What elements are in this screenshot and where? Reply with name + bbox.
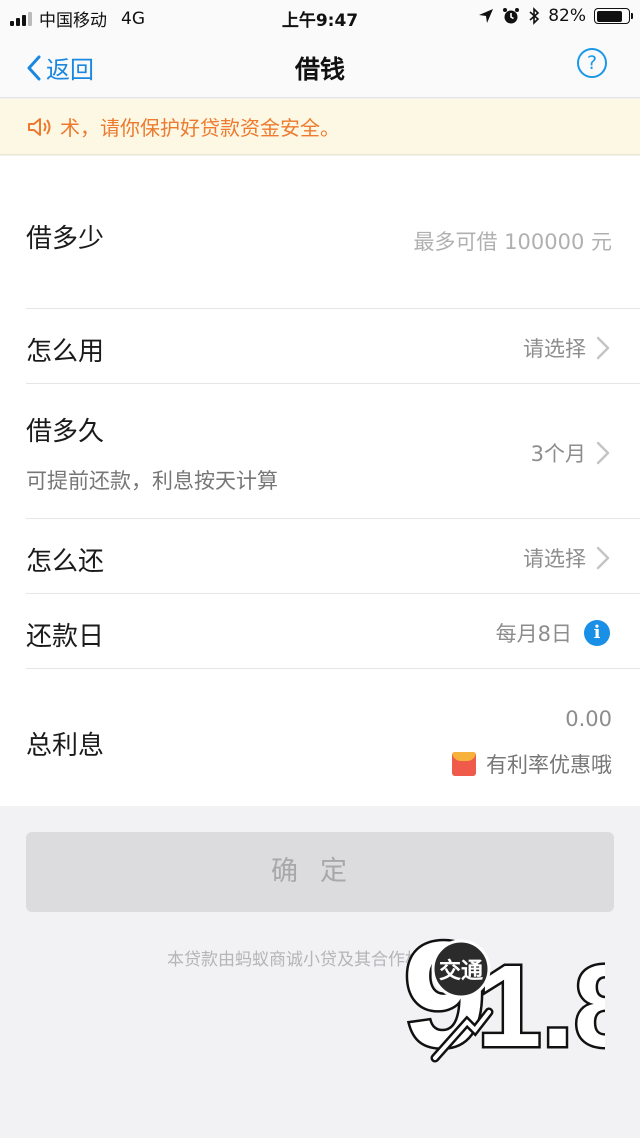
notice-text: 术，请你保护好贷款资金安全。 xyxy=(60,116,340,140)
interest-promo[interactable]: 有利率优惠哦 xyxy=(452,749,612,779)
navigation-bar: 返回 借钱 ? xyxy=(0,34,640,98)
interest-promo-text: 有利率优惠哦 xyxy=(486,753,612,777)
term-select-text: 3个月 xyxy=(530,442,586,466)
battery-percent: 82% xyxy=(548,6,586,26)
red-envelope-icon xyxy=(452,752,476,776)
repay-method-label: 怎么还 xyxy=(26,547,105,577)
chevron-right-icon xyxy=(596,441,610,465)
loan-form: 借多少 最多可借 100000 元 怎么用 请选择 借多久 可提前还款，利息按天… xyxy=(0,156,640,806)
watermark-digits: 1.8 xyxy=(477,941,605,1068)
purpose-value[interactable]: 请选择 xyxy=(523,333,610,363)
amount-input[interactable]: 最多可借 100000 元 xyxy=(413,226,612,256)
battery-icon xyxy=(594,8,633,24)
purpose-label: 怎么用 xyxy=(26,337,105,367)
status-right: 82% xyxy=(478,6,633,26)
page-title: 借钱 xyxy=(294,55,345,84)
purpose-row[interactable]: 怎么用 请选择 xyxy=(0,309,640,384)
status-bar: 中国移动 4G 上午9:47 82% xyxy=(0,0,640,34)
amount-row[interactable]: 借多少 最多可借 100000 元 xyxy=(0,156,640,309)
bluetooth-icon xyxy=(529,7,540,25)
interest-row: 总利息 0.00 有利率优惠哦 xyxy=(0,669,640,806)
speaker-icon xyxy=(28,117,51,136)
info-icon[interactable]: i xyxy=(584,620,610,646)
repay-day-value: 每月8日 i xyxy=(496,618,610,648)
repay-day-text: 每月8日 xyxy=(495,622,572,646)
watermark-logo: 9 1.8 交通 xyxy=(405,918,605,1068)
alarm-icon xyxy=(503,8,520,24)
interest-label: 总利息 xyxy=(26,731,105,761)
term-row[interactable]: 借多久 可提前还款，利息按天计算 3个月 xyxy=(0,384,640,519)
security-notice: 术，请你保护好贷款资金安全。 xyxy=(0,99,640,155)
repay-day-row: 还款日 每月8日 i xyxy=(0,594,640,669)
loan-page: 中国移动 4G 上午9:47 82% 返回 借钱 ? 术，请你保护好贷款资金安全… xyxy=(0,0,640,1138)
confirm-button[interactable]: 确定 xyxy=(26,832,614,912)
term-label: 借多久 xyxy=(26,417,105,447)
interest-value: 0.00 xyxy=(565,707,612,731)
watermark-text: 交通 xyxy=(439,958,483,984)
location-arrow-icon xyxy=(479,9,494,23)
term-sublabel: 可提前还款，利息按天计算 xyxy=(26,469,278,493)
term-value[interactable]: 3个月 xyxy=(531,438,610,468)
chevron-right-icon xyxy=(596,336,610,360)
help-icon[interactable]: ? xyxy=(577,48,607,78)
repay-method-value[interactable]: 请选择 xyxy=(523,543,610,573)
repay-method-select-text: 请选择 xyxy=(523,547,586,571)
chevron-right-icon xyxy=(596,546,610,570)
amount-label: 借多少 xyxy=(26,224,105,254)
purpose-select-text: 请选择 xyxy=(523,337,586,361)
repay-day-label: 还款日 xyxy=(26,622,105,652)
repay-method-row[interactable]: 怎么还 请选择 xyxy=(0,519,640,594)
